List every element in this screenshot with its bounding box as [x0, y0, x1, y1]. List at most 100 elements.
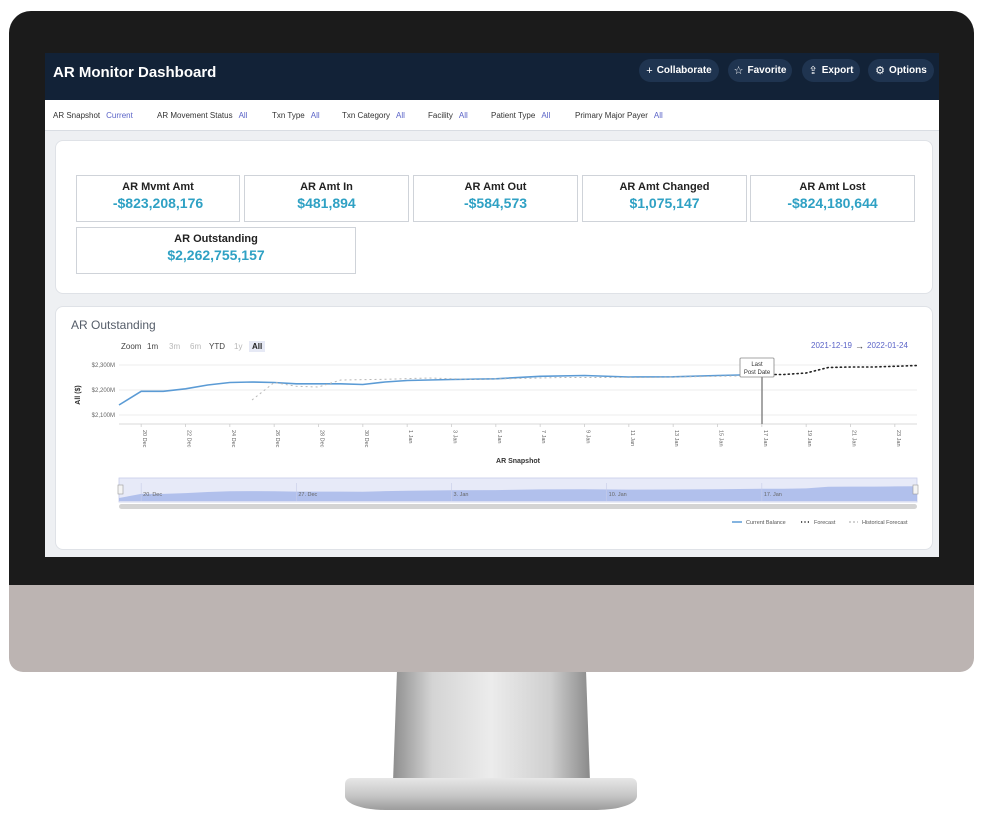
navigator-label: 27. Dec	[298, 492, 317, 498]
kpi-value: $2,262,755,157	[167, 247, 265, 263]
filter-label: Primary Major Payer	[575, 111, 648, 120]
y-tick-label: $2,100M	[92, 413, 115, 419]
plus-icon: +	[646, 64, 653, 77]
export-label: Export	[821, 65, 854, 76]
monitor-stand-base	[345, 778, 637, 810]
x-tick-label: 9 Jan	[585, 430, 591, 443]
navigator-right-handle[interactable]	[912, 484, 919, 495]
kpi-value: -$584,573	[463, 195, 528, 211]
kpi-panel: AR Mvmt Amt -$823,208,176 AR Amt In $481…	[55, 140, 933, 294]
y-tick-label: $2,200M	[92, 388, 115, 394]
x-tick-label: 21 Jan	[851, 430, 857, 447]
kpi-label: AR Amt In	[300, 181, 353, 193]
favorite-button[interactable]: ☆ Favorite	[728, 59, 792, 82]
navigator-label: 20. Dec	[143, 492, 162, 498]
x-axis-title: AR Snapshot	[496, 458, 541, 465]
x-tick-label: 22 Dec	[186, 430, 192, 448]
filter-value: Current	[106, 111, 133, 120]
x-tick-label: 13 Jan	[673, 430, 679, 447]
series-line-historical-forecast	[251, 375, 762, 401]
dashboard-screen: AR Monitor Dashboard + Collaborate ☆ Fav…	[45, 53, 939, 557]
kpi-value: $1,075,147	[629, 195, 700, 211]
filter-value: All	[310, 111, 320, 120]
filter-txn-category[interactable]: Txn Category All	[342, 111, 405, 120]
star-icon: ☆	[733, 65, 744, 77]
chart-panel: AR Outstanding Zoom 1m 3m 6m YTD 1y All …	[55, 306, 933, 550]
filter-value: All	[396, 111, 405, 120]
filter-value: All	[458, 111, 468, 120]
export-button[interactable]: ⇪ Export	[802, 59, 860, 82]
kpi-label: AR Outstanding	[174, 233, 258, 245]
monitor-stand-neck	[393, 672, 590, 782]
filter-facility[interactable]: Facility All	[428, 111, 468, 120]
filter-value: All	[541, 111, 551, 120]
legend-current-balance[interactable]: Current Balance	[746, 520, 786, 526]
y-tick-label: $2,300M	[92, 363, 115, 369]
x-tick-label: 23 Jan	[895, 430, 901, 447]
filter-bar: AR Snapshot Current AR Movement Status All…	[45, 100, 939, 131]
x-tick-label: 20 Dec	[141, 430, 147, 448]
export-icon: ⇪	[808, 65, 818, 77]
annotation-line-2: Post Date	[744, 370, 771, 376]
filter-label: AR Movement Status	[157, 111, 233, 120]
kpi-card-ar-amt-out: AR Amt Out -$584,573	[413, 175, 578, 222]
chart-legend: Current Balance Forecast Historical Fore…	[732, 520, 908, 526]
kpi-label: AR Mvmt Amt	[122, 181, 194, 193]
filter-label: AR Snapshot	[53, 111, 101, 120]
filter-txn-type[interactable]: Txn Type All	[272, 111, 320, 120]
filter-ar-movement-status[interactable]: AR Movement Status All	[157, 111, 247, 120]
x-tick-label: 17 Jan	[762, 430, 768, 447]
kpi-card-ar-amt-in: AR Amt In $481,894	[244, 175, 409, 222]
x-tick-label: 3 Jan	[452, 430, 458, 443]
y-axis-title: All ($)	[75, 385, 82, 404]
x-tick-label: 11 Jan	[629, 430, 635, 446]
filter-label: Txn Category	[342, 111, 391, 120]
x-tick-label: 5 Jan	[496, 430, 502, 443]
x-tick-label: 26 Dec	[274, 430, 280, 448]
y-axis-ticks: $2,100M $2,200M $2,300M	[92, 363, 115, 419]
kpi-value: -$823,208,176	[112, 195, 204, 211]
legend-historical-forecast[interactable]: Historical Forecast	[862, 520, 908, 526]
x-axis-ticks: 20 Dec 22 Dec 24 Dec 26 Dec 28 Dec 30 Dec 1 Ja…	[140, 424, 901, 448]
options-label: Options	[889, 65, 927, 76]
x-tick-label: 30 Dec	[363, 430, 369, 448]
navigator-scrollbar[interactable]	[119, 504, 917, 509]
legend-forecast[interactable]: Forecast	[814, 520, 836, 526]
filter-label: Facility	[428, 111, 453, 120]
filter-ar-snapshot[interactable]: AR Snapshot Current	[53, 111, 133, 120]
filter-value: All	[653, 111, 663, 120]
options-button[interactable]: ⚙ Options	[868, 59, 934, 82]
kpi-label: AR Amt Lost	[799, 181, 866, 193]
annotation-line-1: Last	[751, 362, 763, 368]
kpi-card-ar-mvmt-amt: AR Mvmt Amt -$823,208,176	[76, 175, 240, 222]
navigator-label: 17. Jan	[764, 492, 782, 498]
x-tick-label: 24 Dec	[230, 430, 236, 448]
gear-icon: ⚙	[875, 65, 886, 77]
kpi-card-ar-amt-lost: AR Amt Lost -$824,180,644	[750, 175, 915, 222]
app-header: AR Monitor Dashboard + Collaborate ☆ Fav…	[45, 53, 939, 100]
kpi-value: -$824,180,644	[787, 195, 878, 211]
series-line-forecast	[760, 364, 918, 376]
x-tick-label: 28 Dec	[319, 430, 325, 448]
kpi-value: $481,894	[297, 195, 356, 211]
page-title: AR Monitor Dashboard	[53, 64, 217, 81]
filter-value: All	[238, 111, 248, 120]
kpi-card-ar-outstanding: AR Outstanding $2,262,755,157	[76, 227, 356, 274]
kpi-card-ar-amt-changed: AR Amt Changed $1,075,147	[582, 175, 747, 222]
filter-patient-type[interactable]: Patient Type All	[491, 111, 550, 120]
collaborate-button[interactable]: + Collaborate	[639, 59, 719, 82]
kpi-label: AR Amt Changed	[619, 181, 710, 193]
navigator-label: 3. Jan	[454, 492, 469, 498]
chart-series	[118, 364, 918, 406]
x-tick-label: 19 Jan	[806, 430, 812, 447]
collaborate-label: Collaborate	[656, 65, 712, 76]
filter-label: Patient Type	[491, 111, 536, 120]
filter-primary-major-payer[interactable]: Primary Major Payer All	[575, 111, 663, 120]
x-tick-label: 1 Jan	[407, 430, 413, 443]
monitor-chin	[9, 585, 974, 672]
navigator-left-handle[interactable]	[117, 484, 124, 495]
kpi-label: AR Amt Out	[464, 181, 527, 193]
navigator-label: 10. Jan	[609, 492, 627, 498]
favorite-label: Favorite	[747, 65, 787, 76]
x-tick-label: 7 Jan	[540, 430, 546, 443]
